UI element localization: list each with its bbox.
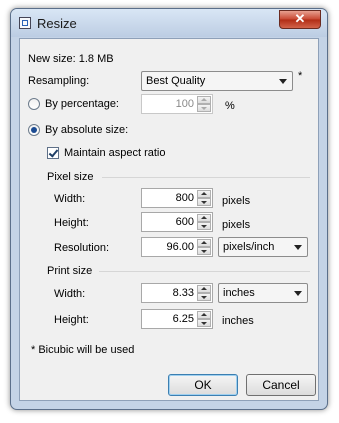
print-width-unit-value: inches xyxy=(223,287,255,299)
percentage-value: 100 xyxy=(175,98,194,110)
print-height-value: 6.25 xyxy=(172,313,194,325)
pixel-width-spinner[interactable]: 800 xyxy=(141,188,213,208)
resolution-spinner[interactable]: 96.00 xyxy=(141,237,213,257)
resampling-dropdown[interactable]: Best Quality xyxy=(141,71,293,91)
pixel-height-label: Height: xyxy=(54,217,89,229)
by-absolute-size-radio[interactable] xyxy=(28,124,40,136)
pixel-size-divider xyxy=(102,177,310,178)
bicubic-footnote: * Bicubic will be used xyxy=(31,344,135,356)
print-width-spinner[interactable]: 8.33 xyxy=(141,283,213,303)
resolution-up-button[interactable] xyxy=(197,239,211,247)
print-height-label: Height: xyxy=(54,314,89,326)
print-height-spinner[interactable]: 6.25 xyxy=(141,309,213,329)
pixel-height-up-button[interactable] xyxy=(197,214,211,222)
print-width-up-button[interactable] xyxy=(197,285,211,293)
resampling-value: Best Quality xyxy=(146,75,206,87)
pixel-width-label: Width: xyxy=(54,193,86,205)
dialog-content: New size: 1.8 MB Resampling: Best Qualit… xyxy=(19,38,319,401)
percentage-spinner[interactable]: 100 xyxy=(141,94,213,114)
ok-button[interactable]: OK xyxy=(168,374,238,396)
resolution-unit-value: pixels/inch xyxy=(223,241,275,253)
print-width-down-button[interactable] xyxy=(197,293,211,301)
by-absolute-size-label: By absolute size: xyxy=(45,124,129,136)
print-height-up-button[interactable] xyxy=(197,311,211,319)
print-height-unit: inches xyxy=(222,315,254,327)
chevron-down-icon xyxy=(294,245,302,250)
cancel-button[interactable]: Cancel xyxy=(246,374,316,396)
chevron-down-icon xyxy=(294,291,302,296)
close-icon: ✕ xyxy=(294,11,306,26)
pixel-size-heading: Pixel size xyxy=(47,171,94,183)
resolution-down-button[interactable] xyxy=(197,247,211,255)
pixel-height-unit: pixels xyxy=(222,219,251,231)
pixel-width-down-button[interactable] xyxy=(197,198,211,206)
resolution-label: Resolution: xyxy=(54,242,110,254)
print-unit-dropdown[interactable]: inches xyxy=(218,283,308,303)
resize-dialog: Resize ✕ New size: 1.8 MB Resampling: Be… xyxy=(10,8,328,410)
print-width-label: Width: xyxy=(54,288,86,300)
chevron-down-icon xyxy=(279,79,287,84)
close-button[interactable]: ✕ xyxy=(279,10,321,29)
pixel-width-value: 800 xyxy=(175,192,194,204)
print-width-value: 8.33 xyxy=(172,287,194,299)
resolution-unit-dropdown[interactable]: pixels/inch xyxy=(218,237,308,257)
dialog-title: Resize xyxy=(37,16,77,31)
percentage-down-button[interactable] xyxy=(197,104,211,112)
print-height-down-button[interactable] xyxy=(197,319,211,327)
resolution-value: 96.00 xyxy=(166,241,194,253)
percentage-up-button[interactable] xyxy=(197,96,211,104)
pixel-width-up-button[interactable] xyxy=(197,190,211,198)
title-bar[interactable]: Resize ✕ xyxy=(11,9,327,37)
print-size-divider xyxy=(99,271,310,272)
by-percentage-radio[interactable] xyxy=(28,98,40,110)
resize-app-icon xyxy=(19,17,31,29)
pixel-height-down-button[interactable] xyxy=(197,222,211,230)
pixel-height-value: 600 xyxy=(175,216,194,228)
resampling-label: Resampling: xyxy=(28,75,90,87)
resampling-note-asterisk: * xyxy=(298,70,303,82)
print-size-heading: Print size xyxy=(47,265,93,277)
pixel-height-spinner[interactable]: 600 xyxy=(141,212,213,232)
percentage-unit: % xyxy=(225,100,235,112)
by-percentage-label: By percentage: xyxy=(45,98,119,110)
pixel-width-unit: pixels xyxy=(222,195,251,207)
new-size-label: New size: 1.8 MB xyxy=(28,53,114,65)
maintain-aspect-checkbox[interactable] xyxy=(47,147,59,159)
maintain-aspect-label: Maintain aspect ratio xyxy=(64,147,166,159)
